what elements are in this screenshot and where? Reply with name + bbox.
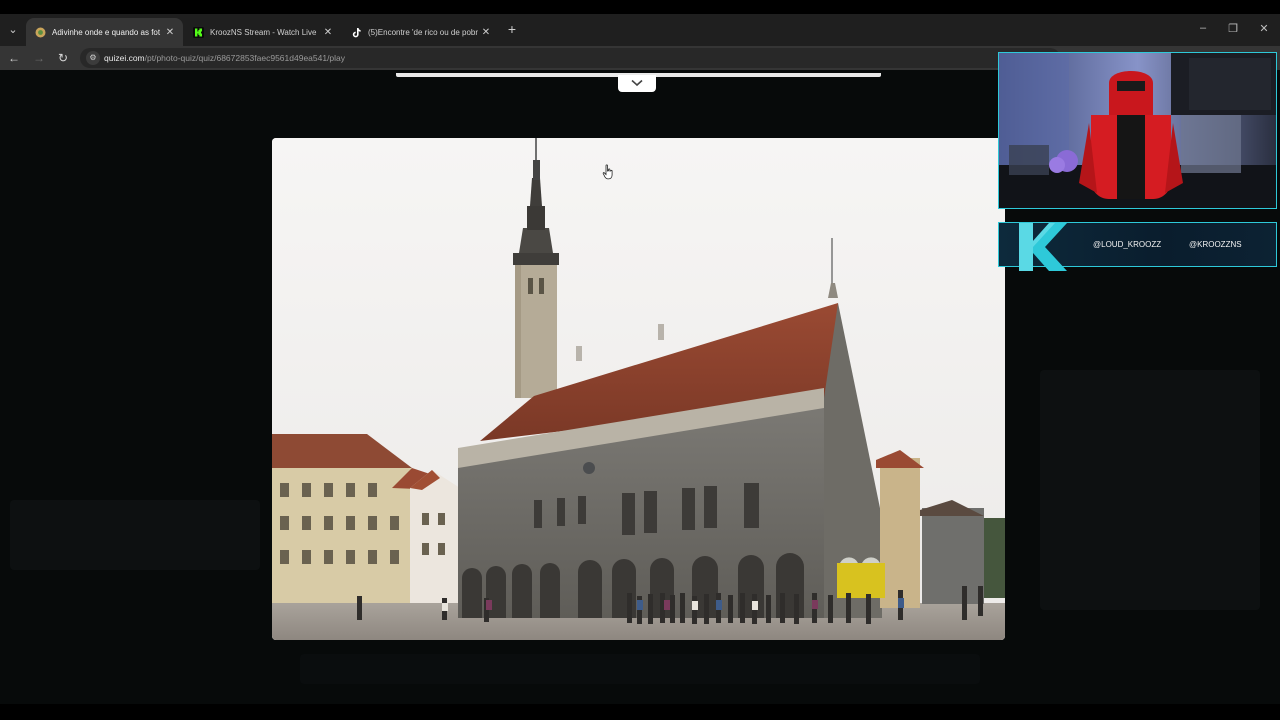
- tab-title: KroozNS Stream - Watch Live: [210, 27, 317, 37]
- window-close-icon[interactable]: ✕: [1254, 22, 1274, 35]
- background-ghost-panel: [1040, 370, 1260, 610]
- tab-close-icon[interactable]: ✕: [321, 27, 335, 38]
- tab-title: (5)Encontre 'de rico ou de pobr: [368, 27, 479, 37]
- background-ghost-panel: [300, 654, 980, 684]
- restore-icon[interactable]: ❐: [1223, 22, 1243, 35]
- medieval-town-hall-photo: [272, 138, 1005, 640]
- kick-favicon-icon: [193, 26, 204, 38]
- webcam-feed: [999, 53, 1276, 208]
- back-arrow-icon[interactable]: ←: [6, 50, 22, 66]
- site-info-icon[interactable]: ⚙: [86, 51, 100, 65]
- address-bar[interactable]: ⚙ quizei.com/pt/photo-quiz/quiz/68672853…: [80, 48, 1060, 68]
- tiktok-favicon-icon: [352, 27, 361, 37]
- tab-tiktok[interactable]: (5)Encontre 'de rico ou de pobr ✕: [342, 18, 499, 46]
- social-handle-kroozzns: @KROOZZNS: [1189, 240, 1242, 249]
- social-handle-loud: @LOUD_KROOZZ: [1093, 240, 1162, 249]
- new-tab-plus-icon[interactable]: +: [504, 22, 520, 38]
- reload-icon[interactable]: ↻: [55, 50, 71, 66]
- url-text[interactable]: quizei.com/pt/photo-quiz/quiz/68672853fa…: [104, 53, 345, 63]
- chevron-down-icon: [631, 79, 643, 87]
- k-logo-icon: [1019, 223, 1067, 271]
- top-black-band: [0, 0, 1280, 14]
- collapse-button[interactable]: [618, 75, 656, 92]
- tab-search-chevron-icon[interactable]: ⌄: [5, 22, 21, 38]
- url-host: quizei.com: [104, 53, 145, 63]
- browser-tab-strip: ⌄ Adivinhe onde e quando as fot ✕ KroozN…: [0, 14, 1280, 46]
- background-ghost-panel: [10, 500, 260, 570]
- url-path: /pt/photo-quiz/quiz/68672853faec9561d49e…: [144, 53, 346, 63]
- tab-title: Adivinhe onde e quando as fot: [52, 27, 161, 37]
- tab-quizei[interactable]: Adivinhe onde e quando as fot ✕: [26, 18, 183, 46]
- tab-close-icon[interactable]: ✕: [479, 27, 493, 38]
- hand-cursor-icon: [602, 164, 613, 180]
- quizei-favicon-icon: [35, 27, 46, 37]
- webcam-overlay: [998, 52, 1277, 209]
- quiz-photo[interactable]: [272, 138, 1005, 640]
- minimize-icon[interactable]: –: [1193, 22, 1213, 34]
- tab-kick-stream[interactable]: KroozNS Stream - Watch Live ✕: [184, 18, 341, 46]
- streamer-banner: @LOUD_KROOZZ @KROOZZNS: [998, 222, 1277, 271]
- forward-arrow-icon[interactable]: →: [31, 50, 47, 66]
- bottom-black-band: [0, 704, 1280, 720]
- tab-close-icon[interactable]: ✕: [163, 27, 177, 38]
